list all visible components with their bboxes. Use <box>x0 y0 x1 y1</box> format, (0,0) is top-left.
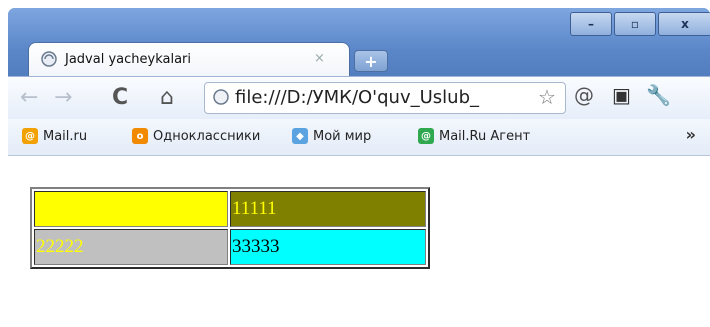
url-text: file:///D:/УМК/O'quv_Uslub_ <box>235 87 479 108</box>
mail-extension-icon[interactable]: @ <box>574 83 594 107</box>
navigation-toolbar: ← → C ⌂ file:///D:/УМК/O'quv_Uslub_ ☆ @ … <box>8 76 710 119</box>
bookmark-label: Одноклассники <box>153 128 261 144</box>
table-row: 22222 33333 <box>34 229 426 265</box>
tab-title: Jadval yacheykalari <box>65 52 191 67</box>
bookmark-label: Mail.ru <box>43 128 88 144</box>
wrench-icon[interactable]: 🔧 <box>646 83 671 107</box>
window-controls: – ▫ x <box>568 12 710 36</box>
maximize-icon: ▫ <box>630 17 640 31</box>
new-tab-button[interactable]: + <box>354 50 388 72</box>
minimize-icon: – <box>588 17 594 31</box>
reload-icon[interactable]: C <box>112 85 128 110</box>
bookmark-mailru-agent[interactable]: @ Mail.Ru Агент <box>418 128 530 144</box>
bookmark-label: Мой мир <box>313 128 372 144</box>
tab-close-icon[interactable]: × <box>314 51 325 66</box>
cells-table: 11111 22222 33333 <box>30 187 430 269</box>
bookmark-label: Mail.Ru Агент <box>439 128 531 144</box>
bookmark-star-icon[interactable]: ☆ <box>538 85 556 109</box>
tab-active[interactable]: Jadval yacheykalari × <box>28 42 350 77</box>
browser-window: – ▫ x Jadval yacheykalari × + ← → C ⌂ fi… <box>8 8 710 327</box>
bookmarks-bar: @ Mail.ru о Одноклассники ◆ Мой мир @ Ma… <box>8 119 710 156</box>
page-content: 11111 22222 33333 <box>8 156 710 327</box>
bookmark-moi-mir[interactable]: ◆ Мой мир <box>292 128 371 144</box>
bookmark-mailru[interactable]: @ Mail.ru <box>22 128 87 144</box>
back-icon[interactable]: ← <box>20 85 38 110</box>
table-row: 11111 <box>34 191 426 227</box>
page-info-icon <box>213 89 229 105</box>
moi-mir-icon: ◆ <box>292 128 308 144</box>
page-favicon-icon <box>41 51 57 67</box>
camera-extension-icon[interactable]: ▣ <box>612 83 631 107</box>
mailru-icon: @ <box>22 128 38 144</box>
forward-icon[interactable]: → <box>54 85 72 110</box>
mailru-agent-icon: @ <box>418 128 434 144</box>
bookmark-odnoklassniki[interactable]: о Одноклассники <box>132 128 260 144</box>
table-cell: 33333 <box>230 229 426 265</box>
close-icon: x <box>681 17 689 31</box>
odnoklassniki-icon: о <box>132 128 148 144</box>
table-cell <box>34 191 228 227</box>
home-icon[interactable]: ⌂ <box>160 85 174 110</box>
maximize-button[interactable]: ▫ <box>614 12 656 36</box>
close-window-button[interactable]: x <box>658 12 710 36</box>
table-cell: 11111 <box>230 191 426 227</box>
table-cell: 22222 <box>34 229 228 265</box>
minimize-button[interactable]: – <box>570 12 612 36</box>
address-bar[interactable]: file:///D:/УМК/O'quv_Uslub_ ☆ <box>204 82 566 114</box>
bookmarks-overflow-icon[interactable]: » <box>686 125 696 144</box>
